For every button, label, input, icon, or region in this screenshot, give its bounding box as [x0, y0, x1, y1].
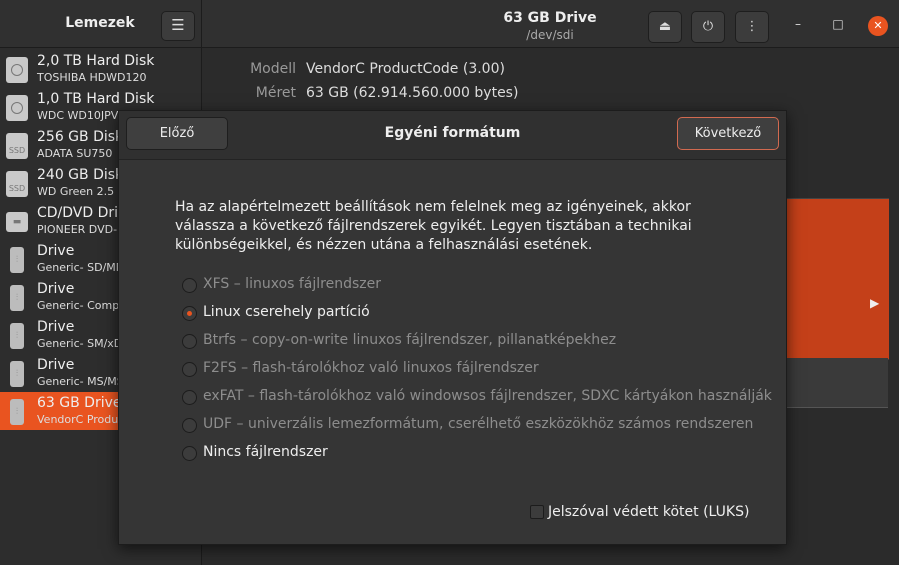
- play-icon[interactable]: ▶: [870, 296, 879, 310]
- volume-block-lower: [782, 358, 888, 408]
- header-bar: Lemezek ☰ 63 GB Drive /dev/sdi ⏏ ⏻ ⋮ – □…: [0, 0, 899, 48]
- hamburger-menu-icon[interactable]: ☰: [161, 11, 195, 41]
- device-name: Drive: [37, 357, 75, 373]
- device-item[interactable]: 2,0 TB Hard Disk TOSHIBA HDWD120: [0, 50, 201, 88]
- usb-drive-icon: ⫶: [10, 285, 24, 311]
- power-icon[interactable]: ⏻: [691, 11, 725, 43]
- device-name: Drive: [37, 281, 75, 297]
- device-model: WDC WD10JPVX: [37, 109, 126, 122]
- kebab-menu-icon[interactable]: ⋮: [735, 11, 769, 43]
- sidebar-header: Lemezek ☰: [0, 0, 202, 47]
- optical-drive-icon: ▬: [6, 212, 28, 232]
- radio-label: Nincs fájlrendszer: [203, 444, 328, 460]
- model-value: VendorC ProductCode (3.00): [306, 61, 505, 77]
- usb-drive-icon: ⫶: [10, 323, 24, 349]
- device-model: ADATA SU750: [37, 147, 113, 160]
- radio-f2fs[interactable]: F2FS – flash-tárolókhoz való linuxos fáj…: [182, 360, 742, 380]
- radio-label: F2FS – flash-tárolókhoz való linuxos fáj…: [203, 360, 539, 376]
- device-name: 1,0 TB Hard Disk: [37, 91, 155, 107]
- radio-button[interactable]: [182, 390, 197, 405]
- radio-label: Btrfs – copy-on-write linuxos fájlrendsz…: [203, 332, 617, 348]
- eject-icon[interactable]: ⏏: [648, 11, 682, 43]
- app-title: Lemezek: [65, 15, 135, 31]
- usb-drive-icon: ⫶: [10, 399, 24, 425]
- luks-checkbox[interactable]: Jelszóval védett kötet (LUKS): [530, 504, 770, 522]
- usb-drive-icon: ⫶: [10, 247, 24, 273]
- checkbox[interactable]: [530, 505, 544, 519]
- radio-udf[interactable]: UDF – univerzális lemezformátum, cserélh…: [182, 416, 753, 436]
- radio-btrfs[interactable]: Btrfs – copy-on-write linuxos fájlrendsz…: [182, 332, 742, 352]
- minimize-icon[interactable]: –: [789, 15, 807, 33]
- custom-format-dialog: Előző Egyéni formátum Következő Ha az al…: [118, 110, 787, 545]
- ssd-icon: SSD: [6, 133, 28, 159]
- dialog-description: Ha az alapértelmezett beállítások nem fe…: [175, 199, 692, 253]
- radio-button-selected[interactable]: [182, 306, 197, 321]
- radio-label: XFS – linuxos fájlrendszer: [203, 276, 381, 292]
- radio-linux-swap[interactable]: Linux cserehely partíció: [182, 304, 742, 324]
- dialog-header: Előző Egyéni formátum Következő: [119, 111, 786, 160]
- radio-button[interactable]: [182, 446, 197, 461]
- close-icon[interactable]: ✕: [868, 16, 888, 36]
- device-name: 2,0 TB Hard Disk: [37, 53, 155, 69]
- radio-label: Linux cserehely partíció: [203, 304, 370, 320]
- ssd-icon: SSD: [6, 171, 28, 197]
- radio-xfs[interactable]: XFS – linuxos fájlrendszer: [182, 276, 742, 296]
- window-subtitle: /dev/sdi: [526, 28, 574, 42]
- radio-button[interactable]: [182, 418, 197, 433]
- device-name: 256 GB Disk: [37, 129, 124, 145]
- usb-drive-icon: ⫶: [10, 361, 24, 387]
- volume-block[interactable]: [782, 198, 889, 360]
- device-name: Drive: [37, 243, 75, 259]
- dialog-title: Egyéni formátum: [384, 125, 521, 141]
- device-name: 240 GB Disk: [37, 167, 124, 183]
- previous-button[interactable]: Előző: [126, 117, 228, 150]
- size-label: Méret: [255, 85, 296, 101]
- radio-button[interactable]: [182, 362, 197, 377]
- radio-button[interactable]: [182, 334, 197, 349]
- hard-disk-icon: [6, 95, 28, 121]
- device-name: 63 GB Drive: [37, 395, 122, 411]
- luks-label: Jelszóval védett kötet (LUKS): [548, 504, 750, 520]
- size-value: 63 GB (62.914.560.000 bytes): [306, 85, 519, 101]
- radio-label: exFAT – flash-tárolókhoz való windowsos …: [203, 388, 772, 404]
- radio-button[interactable]: [182, 278, 197, 293]
- device-name: Drive: [37, 319, 75, 335]
- radio-no-filesystem[interactable]: Nincs fájlrendszer: [182, 444, 742, 464]
- hard-disk-icon: [6, 57, 28, 83]
- device-model: TOSHIBA HDWD120: [37, 71, 147, 84]
- next-button[interactable]: Következő: [677, 117, 779, 150]
- radio-label: UDF – univerzális lemezformátum, cserélh…: [203, 416, 754, 432]
- radio-exfat[interactable]: exFAT – flash-tárolókhoz való windowsos …: [182, 388, 772, 408]
- model-label: Modell: [250, 61, 296, 77]
- maximize-icon[interactable]: □: [829, 15, 847, 33]
- device-model: Generic- SM/xD: [37, 337, 123, 350]
- window-title: 63 GB Drive: [503, 10, 597, 26]
- device-model: WD Green 2.5: [37, 185, 115, 198]
